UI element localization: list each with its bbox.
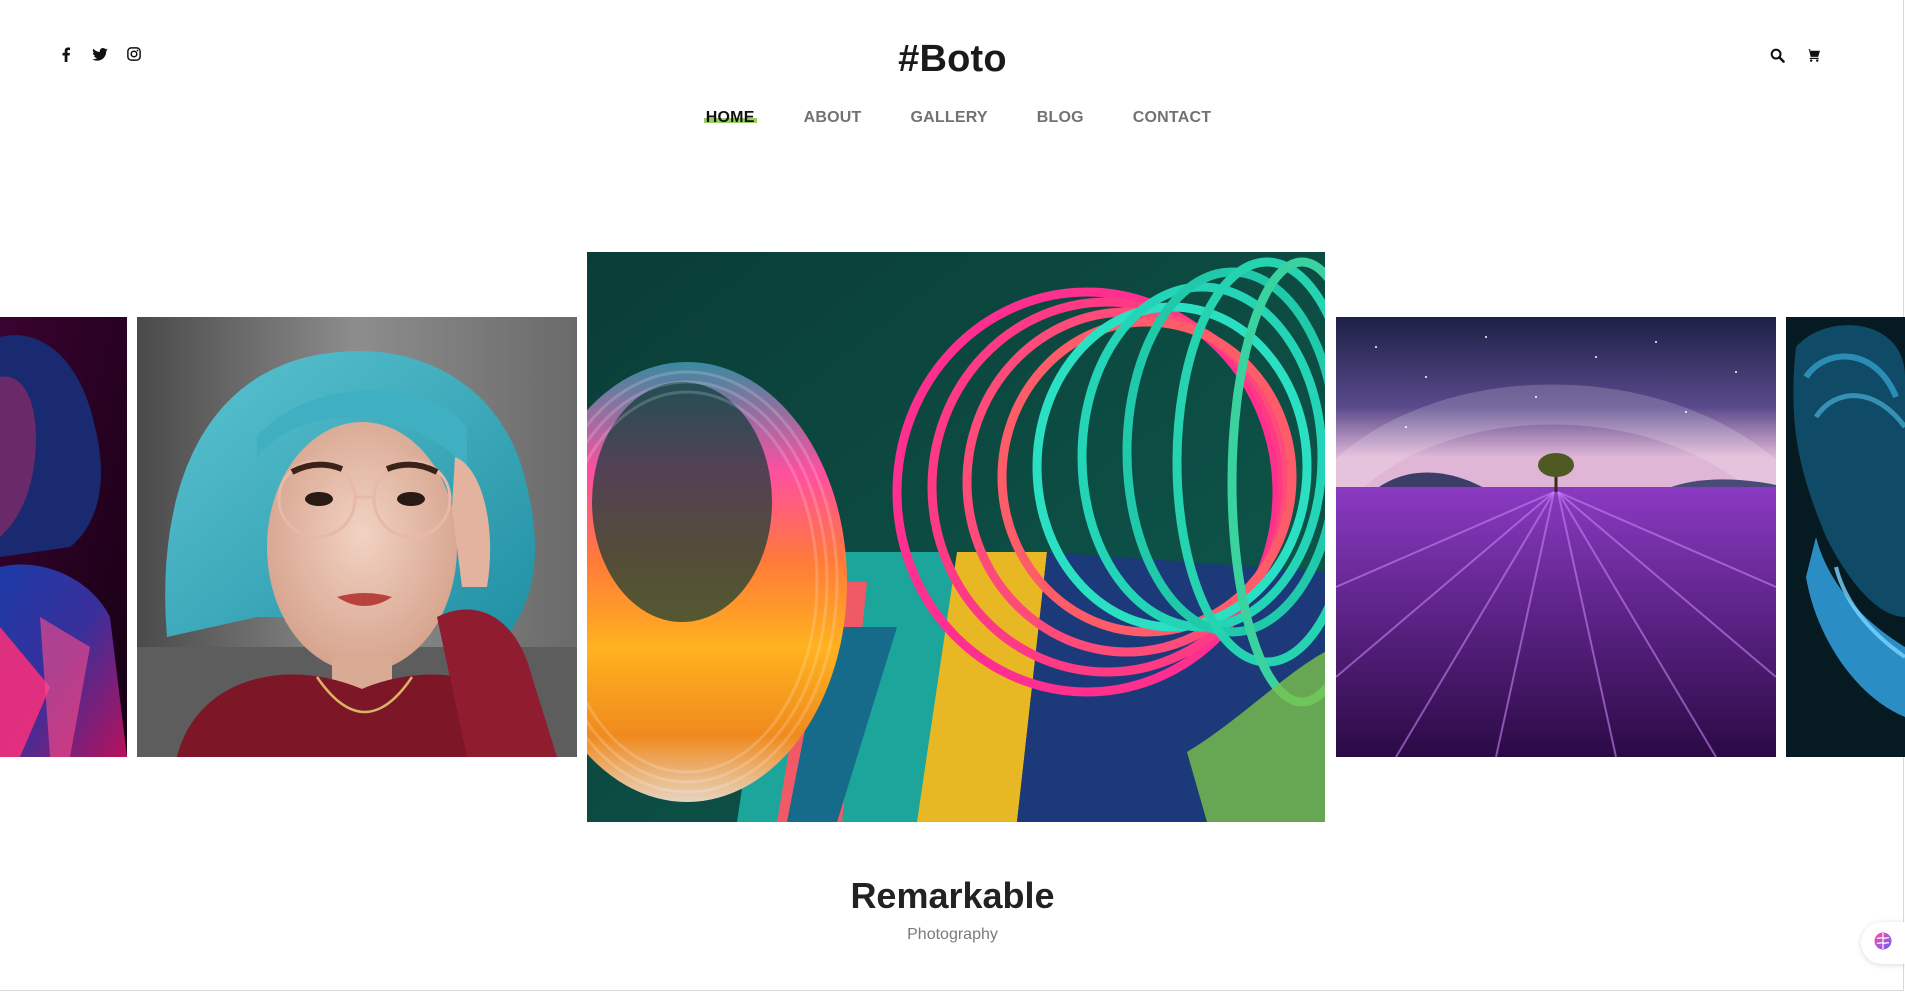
slide-category[interactable]: Photography — [0, 926, 1905, 944]
gallery-slide-blue-portrait[interactable] — [1786, 317, 1905, 757]
gallery-slide-teal-hair-portrait[interactable] — [137, 317, 577, 757]
gallery-slider — [0, 0, 1905, 992]
gallery-slide-neon-portrait[interactable] — [0, 317, 127, 757]
slide-title: Remarkable — [850, 875, 1055, 916]
gallery-slide-rainbow-slinky[interactable] — [587, 252, 1325, 822]
gallery-slide-lavender-field-night[interactable] — [1336, 317, 1776, 757]
assistant-brain-icon — [1873, 931, 1893, 956]
assistant-widget-button[interactable] — [1861, 922, 1905, 964]
